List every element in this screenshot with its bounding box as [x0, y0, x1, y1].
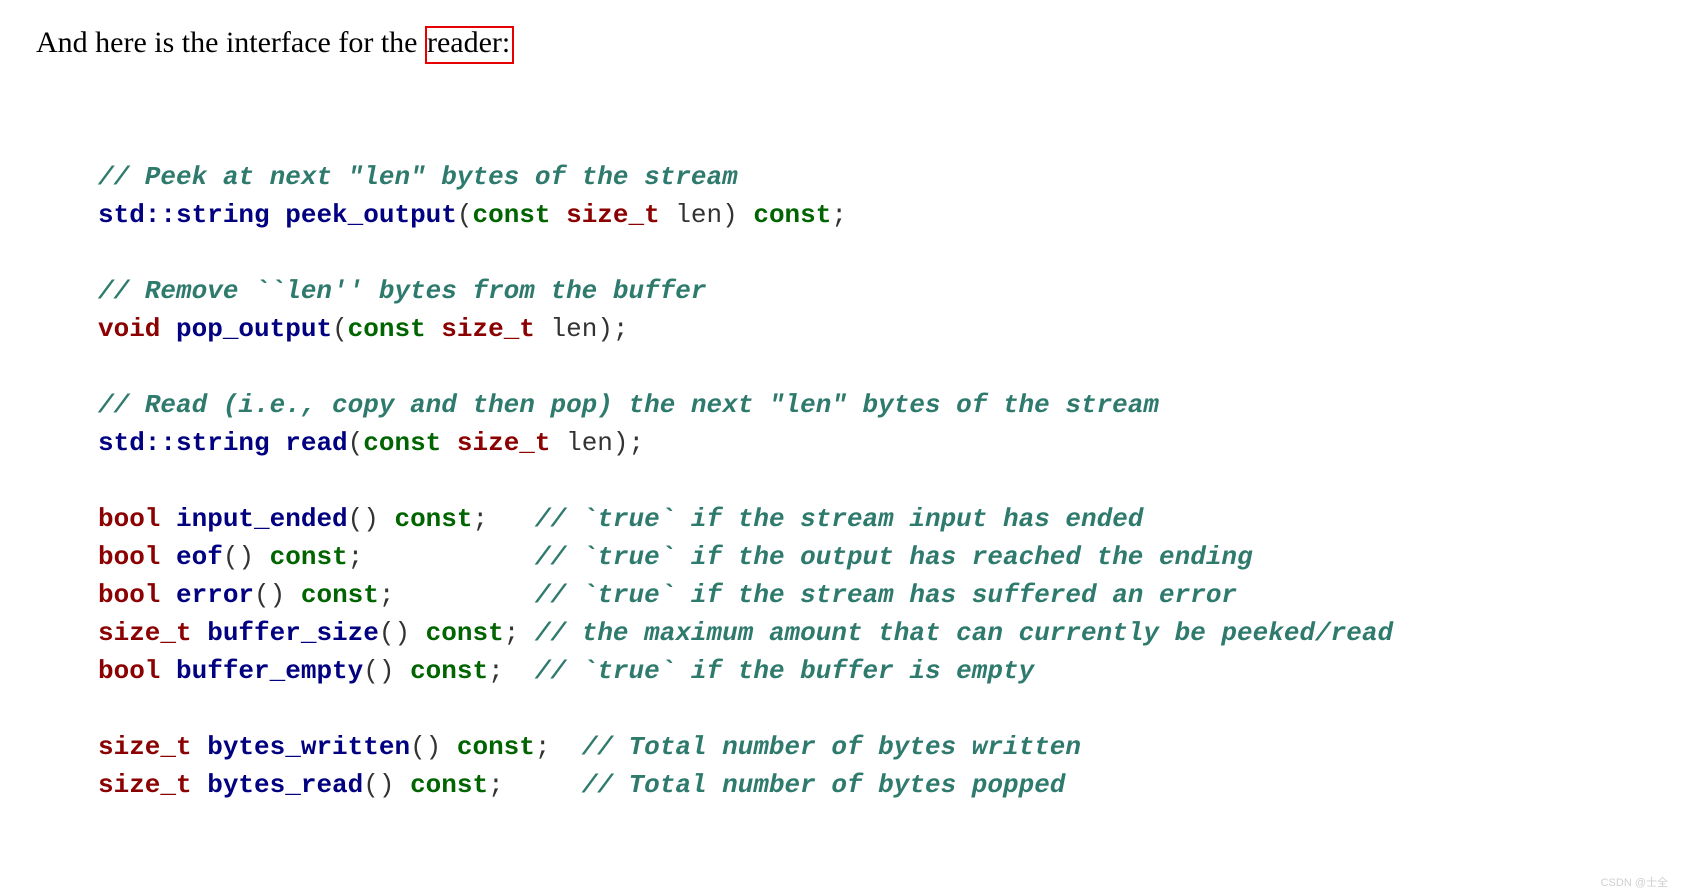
type: size_t [551, 200, 660, 230]
kw: const [410, 770, 488, 800]
type: void [98, 314, 160, 344]
punct: len); [551, 428, 645, 458]
comment: // `true` if the buffer is empty [535, 656, 1034, 686]
type: size_t [98, 732, 192, 762]
fn: read [270, 428, 348, 458]
kw: const [457, 732, 535, 762]
comment: // `true` if the output has reached the … [535, 542, 1253, 572]
punct: () [254, 580, 301, 610]
kw: const [410, 656, 488, 686]
punct: () [348, 504, 395, 534]
type: bool [98, 580, 160, 610]
punct: ; [488, 656, 535, 686]
punct: ; [504, 618, 535, 648]
kw: const [426, 618, 504, 648]
type: bool [98, 656, 160, 686]
punct: () [410, 732, 457, 762]
fn: buffer_empty [160, 656, 363, 686]
kw: const [348, 314, 426, 344]
type: size_t [98, 618, 192, 648]
type: bool [98, 504, 160, 534]
kw: const [270, 542, 348, 572]
punct: () [363, 770, 410, 800]
punct: ; [488, 770, 582, 800]
comment: // Total number of bytes written [582, 732, 1081, 762]
comment: // Total number of bytes popped [582, 770, 1066, 800]
type: size_t [441, 428, 550, 458]
type: bool [98, 542, 160, 572]
fn: eof [160, 542, 222, 572]
kw: const [363, 428, 441, 458]
type: size_t [426, 314, 535, 344]
intro-prefix: And here is the interface for the [36, 26, 418, 59]
kw: const [301, 580, 379, 610]
punct: ( [457, 200, 473, 230]
punct: ( [348, 428, 364, 458]
fn: error [160, 580, 254, 610]
comment: // `true` if the stream input has ended [535, 504, 1144, 534]
comment: // Read (i.e., copy and then pop) the ne… [98, 390, 1159, 420]
fn: bytes_written [192, 732, 410, 762]
type-ns: std::string [98, 200, 270, 230]
punct: () [363, 656, 410, 686]
punct: () [223, 542, 270, 572]
punct: ; [379, 580, 535, 610]
kw: const [472, 200, 550, 230]
punct: () [379, 618, 426, 648]
punct: ; [472, 504, 534, 534]
watermark: CSDN @士全 [1601, 874, 1668, 890]
punct: ; [348, 542, 535, 572]
punct: ; [831, 200, 847, 230]
fn: peek_output [270, 200, 457, 230]
kw: const [394, 504, 472, 534]
punct: len); [535, 314, 629, 344]
punct: ( [332, 314, 348, 344]
punct: len) [660, 200, 754, 230]
comment: // `true` if the stream has suffered an … [535, 580, 1237, 610]
comment: // Peek at next "len" bytes of the strea… [98, 162, 738, 192]
type: size_t [98, 770, 192, 800]
code-block: // Peek at next "len" bytes of the strea… [98, 120, 1393, 804]
intro-text: And here is the interface for the reader… [36, 26, 514, 64]
fn: buffer_size [192, 618, 379, 648]
comment: // Remove ``len'' bytes from the buffer [98, 276, 707, 306]
fn: bytes_read [192, 770, 364, 800]
fn: pop_output [160, 314, 332, 344]
reader-highlight: reader: [425, 26, 514, 64]
punct: ; [535, 732, 582, 762]
kw: const [753, 200, 831, 230]
type-ns: std::string [98, 428, 270, 458]
comment: // the maximum amount that can currently… [535, 618, 1393, 648]
fn: input_ended [160, 504, 347, 534]
